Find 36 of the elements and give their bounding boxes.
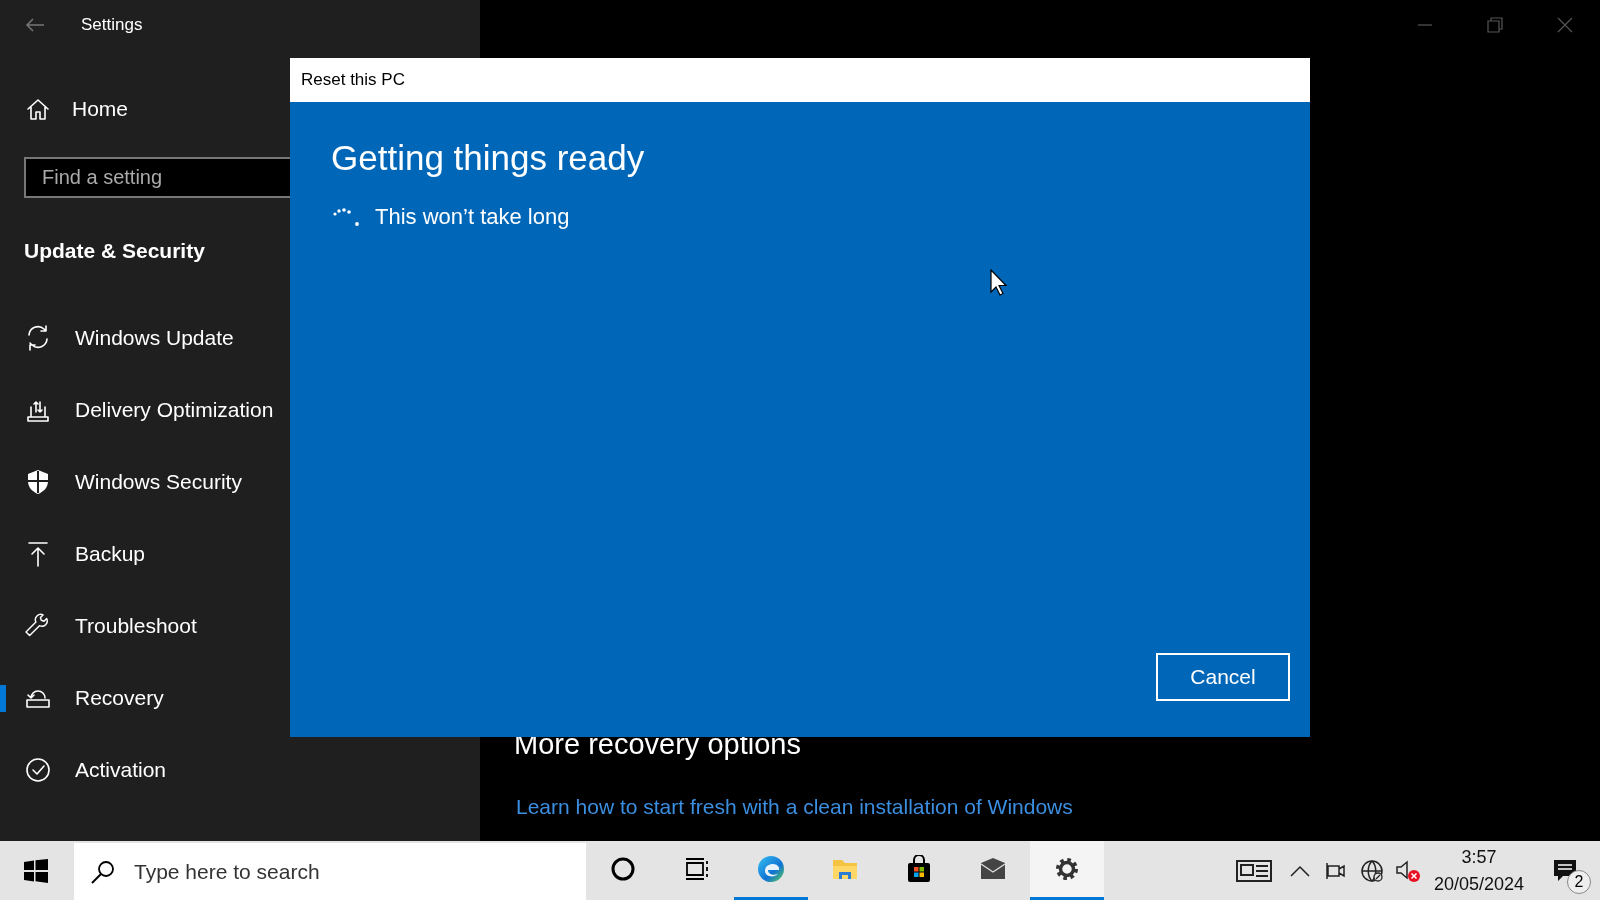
- help-link[interactable]: Learn how to start fresh with a clean installation of Windows: [516, 795, 1073, 819]
- search-icon: [90, 858, 116, 885]
- recovery-icon: [24, 688, 52, 708]
- sidebar-item[interactable]: Delivery Optimization: [0, 374, 480, 446]
- check-circle-icon: [24, 756, 52, 784]
- taskbar-search-field[interactable]: Type here to search: [74, 843, 586, 900]
- windows-logo-icon[interactable]: [24, 858, 48, 883]
- dialog-title: Reset this PC: [301, 70, 405, 90]
- chevron-up-icon[interactable]: [1290, 864, 1310, 877]
- back-arrow-icon[interactable]: [25, 17, 45, 33]
- cancel-button[interactable]: Cancel: [1156, 653, 1290, 701]
- spinner-icon: [331, 205, 361, 229]
- globe-icon[interactable]: [1360, 858, 1384, 883]
- sidebar-item[interactable]: Troubleshoot: [0, 590, 480, 662]
- close-icon[interactable]: [1557, 17, 1573, 33]
- circle-icon: [609, 855, 637, 883]
- cursor-icon: [990, 269, 1008, 296]
- sidebar-item[interactable]: Activation: [0, 734, 480, 806]
- sidebar-item[interactable]: Recovery: [0, 662, 480, 734]
- clock-date[interactable]: 20/05/2024: [1433, 870, 1525, 898]
- task-view-icon: [683, 855, 711, 883]
- section-heading: Update & Security: [24, 239, 206, 264]
- sidebar-item[interactable]: Windows Update: [0, 302, 480, 374]
- speaker-muted-icon[interactable]: [1395, 858, 1421, 883]
- sidebar-item[interactable]: Backup: [0, 518, 480, 590]
- sidebar-item[interactable]: Windows Security: [0, 446, 480, 518]
- window-title: Settings: [81, 15, 143, 35]
- notification-count: 2: [1567, 870, 1591, 894]
- status-message: This won’t take long: [375, 204, 570, 230]
- settings-icon: [1053, 855, 1081, 883]
- shopping-bag-icon: [905, 855, 933, 883]
- clock-time[interactable]: 3:57: [1461, 843, 1497, 871]
- home-icon: [26, 97, 50, 121]
- newspaper-icon[interactable]: [1236, 858, 1272, 883]
- browser-icon: [757, 855, 785, 883]
- taskbar-button[interactable]: [1030, 841, 1104, 900]
